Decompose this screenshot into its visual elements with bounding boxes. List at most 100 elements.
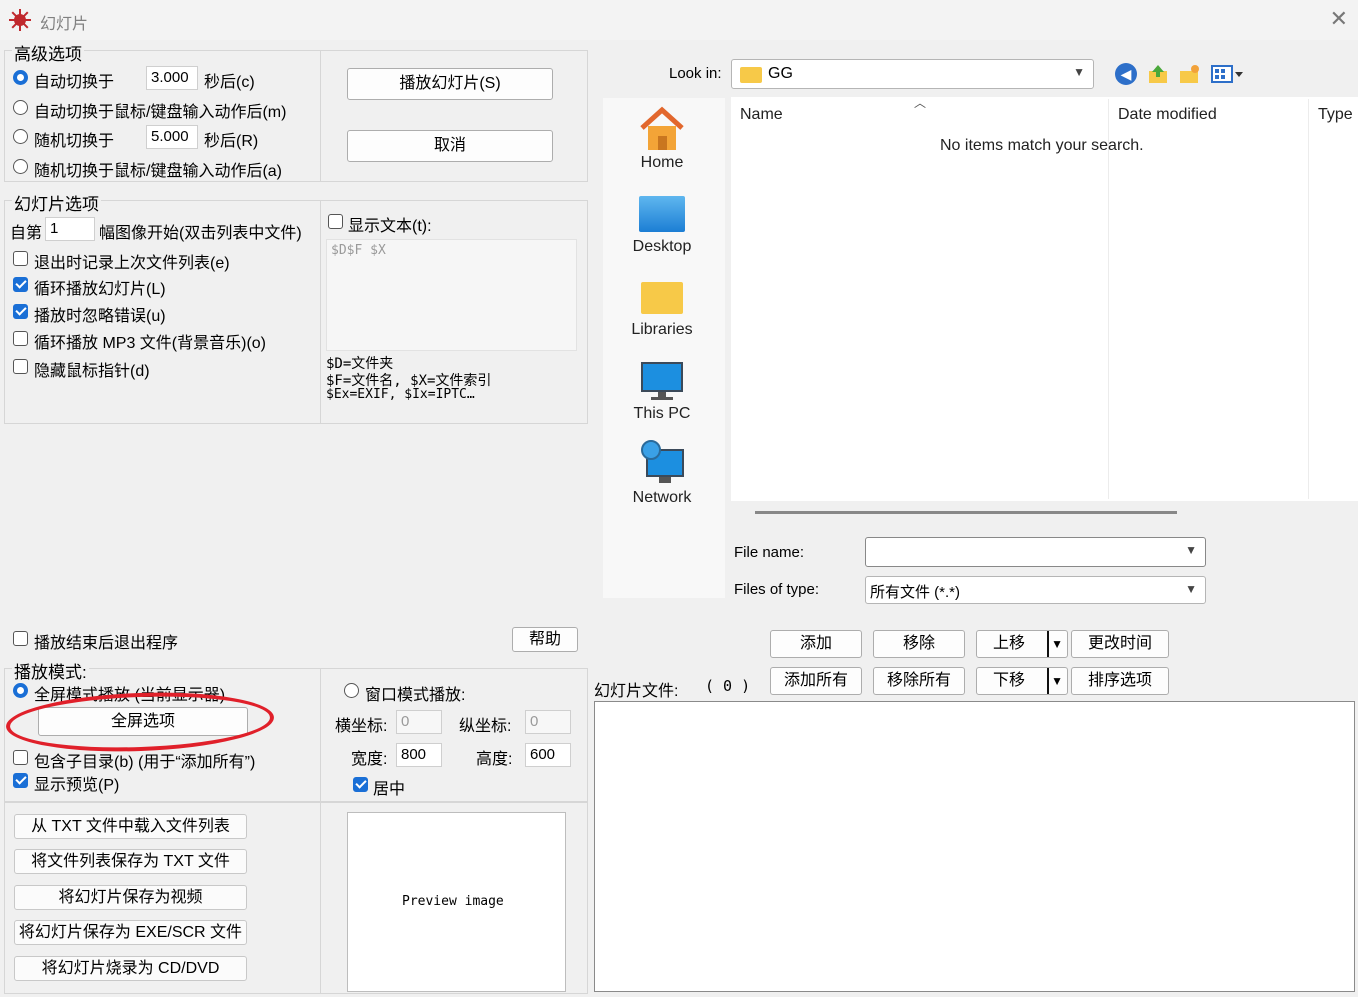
save-txt-button[interactable]: 将文件列表保存为 TXT 文件 <box>14 849 247 874</box>
app-icon <box>8 8 32 32</box>
column-divider <box>1108 99 1109 499</box>
column-date-modified[interactable]: Date modified <box>1118 106 1217 124</box>
show-preview-checkbox[interactable] <box>13 773 28 788</box>
column-name[interactable]: Name <box>740 106 783 124</box>
horizontal-scrollbar[interactable] <box>755 511 1177 514</box>
file-name-label: File name: <box>734 544 805 561</box>
up-folder-icon[interactable] <box>1147 63 1169 85</box>
file-name-input[interactable]: ▼ <box>865 537 1206 567</box>
folder-icon <box>740 67 762 83</box>
include-subdirs-checkbox[interactable] <box>13 750 28 765</box>
chevron-down-icon: ▼ <box>1185 543 1197 557</box>
chevron-down-icon: ▼ <box>1073 65 1085 79</box>
fullscreen-mode-radio[interactable] <box>13 683 28 698</box>
libraries-icon <box>641 282 683 314</box>
sort-options-button[interactable]: 排序选项 <box>1071 667 1169 695</box>
random-switch-radio[interactable] <box>13 129 28 144</box>
column-type[interactable]: Type <box>1318 106 1353 124</box>
auto-seconds-suffix: 秒后(c) <box>204 74 255 91</box>
text-help-line-3: $Ex=EXIF, $Ix=IPTC… <box>326 387 475 402</box>
exit-after-label: 播放结束后退出程序 <box>34 635 179 652</box>
back-icon[interactable]: ◀ <box>1115 63 1137 85</box>
window-title: 幻灯片 <box>40 16 89 33</box>
move-down-button[interactable]: 下移 ▼ <box>976 667 1068 695</box>
record-last-checkbox[interactable] <box>13 251 28 266</box>
x-input[interactable]: 0 <box>396 710 442 734</box>
look-in-label: Look in: <box>669 65 722 82</box>
change-time-button[interactable]: 更改时间 <box>1071 630 1169 658</box>
look-in-dropdown[interactable]: GG ▼ <box>731 59 1094 89</box>
start-from-prefix: 自第 <box>10 225 43 242</box>
height-input[interactable]: 600 <box>525 743 571 767</box>
ignore-errors-checkbox[interactable] <box>13 304 28 319</box>
show-text-checkbox[interactable] <box>328 214 343 229</box>
width-label: 宽度: <box>351 751 388 768</box>
slide-files-label: 幻灯片文件: <box>594 683 679 700</box>
move-up-button[interactable]: 上移 ▼ <box>976 630 1068 658</box>
hide-cursor-checkbox[interactable] <box>13 359 28 374</box>
nav-this-pc[interactable]: This PC <box>602 405 722 423</box>
nav-network[interactable]: Network <box>602 489 722 507</box>
nav-desktop[interactable]: Desktop <box>602 238 722 256</box>
random-after-input-label: 随机切换于鼠标/键盘输入动作后(a) <box>34 163 283 180</box>
nav-libraries[interactable]: Libraries <box>602 321 722 339</box>
home-icon <box>638 106 686 152</box>
save-exe-button[interactable]: 将幻灯片保存为 EXE/SCR 文件 <box>14 920 247 945</box>
view-menu-icon[interactable] <box>1211 64 1245 84</box>
auto-seconds-input[interactable]: 3.000 <box>146 66 198 90</box>
add-button[interactable]: 添加 <box>770 630 862 658</box>
y-input[interactable]: 0 <box>525 710 571 734</box>
network-icon <box>639 440 685 486</box>
remove-all-button[interactable]: 移除所有 <box>873 667 965 695</box>
save-video-button[interactable]: 将幻灯片保存为视频 <box>14 885 247 910</box>
exit-after-checkbox[interactable] <box>13 631 28 646</box>
move-up-dropdown-icon[interactable]: ▼ <box>1047 631 1063 657</box>
play-slideshow-button[interactable]: 播放幻灯片(S) <box>347 68 553 100</box>
chevron-down-icon: ▼ <box>1185 582 1197 596</box>
slide-files-count: ( 0 ) <box>705 677 751 695</box>
file-list[interactable] <box>731 97 1358 501</box>
record-last-label: 退出时记录上次文件列表(e) <box>34 255 230 272</box>
window-mode-label: 窗口模式播放: <box>365 687 466 704</box>
loop-checkbox[interactable] <box>13 277 28 292</box>
auto-after-input-radio[interactable] <box>13 100 28 115</box>
look-in-folder-name: GG <box>768 65 793 82</box>
auto-switch-radio[interactable] <box>13 70 28 85</box>
add-all-button[interactable]: 添加所有 <box>770 667 862 695</box>
preview-image-label: Preview image <box>402 894 504 909</box>
auto-after-input-label: 自动切换于鼠标/键盘输入动作后(m) <box>34 104 287 121</box>
title-bar <box>0 0 1358 40</box>
start-from-input[interactable]: 1 <box>45 217 95 241</box>
ignore-errors-label: 播放时忽略错误(u) <box>34 308 166 325</box>
auto-switch-label: 自动切换于 <box>34 74 115 91</box>
play-mode-label: 播放模式: <box>12 658 89 683</box>
y-label: 纵坐标: <box>459 718 512 735</box>
random-seconds-input[interactable]: 5.000 <box>146 125 198 149</box>
loop-mp3-label: 循环播放 MP3 文件(背景音乐)(o) <box>34 335 267 352</box>
move-down-dropdown-icon[interactable]: ▼ <box>1047 668 1063 694</box>
load-txt-button[interactable]: 从 TXT 文件中载入文件列表 <box>14 814 247 839</box>
files-of-type-value: 所有文件 (*.*) <box>870 584 961 601</box>
hide-cursor-label: 隐藏鼠标指针(d) <box>34 363 150 380</box>
nav-home[interactable]: Home <box>602 154 722 172</box>
help-button[interactable]: 帮助 <box>512 627 578 652</box>
burn-cd-button[interactable]: 将幻灯片烧录为 CD/DVD <box>14 956 247 981</box>
sort-up-icon: ︿ <box>914 96 927 110</box>
show-text-label: 显示文本(t): <box>348 218 432 235</box>
show-text-input[interactable]: $D$F $X <box>326 239 577 351</box>
close-icon[interactable]: ✕ <box>1330 6 1348 32</box>
x-label: 横坐标: <box>335 718 388 735</box>
desktop-icon <box>639 196 685 232</box>
new-folder-icon[interactable] <box>1178 63 1200 85</box>
center-checkbox[interactable] <box>353 777 368 792</box>
remove-button[interactable]: 移除 <box>873 630 965 658</box>
files-of-type-dropdown[interactable]: 所有文件 (*.*) ▼ <box>865 576 1206 604</box>
random-after-input-radio[interactable] <box>13 159 28 174</box>
cancel-button[interactable]: 取消 <box>347 130 553 162</box>
loop-label: 循环播放幻灯片(L) <box>34 281 166 298</box>
random-seconds-suffix: 秒后(R) <box>204 133 259 150</box>
width-input[interactable]: 800 <box>396 743 442 767</box>
slide-files-list[interactable] <box>594 701 1355 992</box>
window-mode-radio[interactable] <box>344 683 359 698</box>
loop-mp3-checkbox[interactable] <box>13 331 28 346</box>
